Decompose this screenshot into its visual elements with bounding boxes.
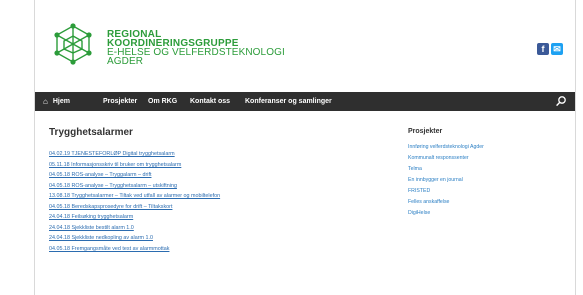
document-link[interactable]: 04.02.19 TJENESTEFORLØP Digital trygghet… — [49, 151, 175, 157]
sidebar-projects: Prosjekter Innføring velferdsteknologi A… — [408, 128, 568, 218]
sidebar-link[interactable]: En innbygger en journal — [408, 177, 463, 183]
social-links: f ✉ — [537, 43, 563, 55]
list-item: 04.02.19 TJENESTEFORLØP Digital trygghet… — [49, 149, 349, 160]
document-link[interactable]: 04.05.18 ROS-analyse – Tryggalarm – drif… — [49, 172, 151, 178]
network-logo-icon[interactable] — [51, 22, 95, 66]
brand-line-3: E-HELSE OG VELFERDSTEKNOLOGI — [107, 47, 285, 58]
list-item: 24.04.18 Sjekkliste nedkopling av alarm … — [49, 233, 349, 244]
page-right-border — [575, 0, 576, 295]
list-item: 04.05.18 Beredskapsprosedyre for drift –… — [49, 202, 349, 213]
nav-item-kontakt-oss[interactable]: Kontakt oss — [190, 92, 230, 111]
document-link[interactable]: 24.04.18 Sjekkliste nedkopling av alarm … — [49, 235, 153, 241]
sidebar-title: Prosjekter — [408, 128, 443, 135]
sidebar-link[interactable]: Kommunalt responssenter — [408, 155, 469, 161]
sidebar-item: Telma — [408, 163, 568, 174]
nav-home-label: Hjem — [52, 98, 70, 105]
search-icon[interactable] — [555, 95, 567, 107]
document-link[interactable]: 13.08.18 Trygghetsalarmer – Tiltak ved u… — [49, 193, 220, 199]
brand-line-4: AGDER — [107, 56, 144, 67]
list-item: 24.04.18 Sjekkliste bestilt alarm 1.0 — [49, 223, 349, 234]
document-link[interactable]: 24.04.18 Sjekkliste bestilt alarm 1.0 — [49, 225, 134, 231]
list-item: 13.08.18 Trygghetsalarmer – Tiltak ved u… — [49, 191, 349, 202]
list-item: 04.05.18 ROS-analyse – Tryggalarm – drif… — [49, 170, 349, 181]
nav-item-prosjekter[interactable]: Prosjekter — [103, 92, 137, 111]
document-link[interactable]: 05.11.18 Informasjonsskriv til bruker om… — [49, 162, 181, 168]
sidebar-item: FRISTED — [408, 185, 568, 196]
nav-item-om-rkg[interactable]: Om RKG — [148, 92, 177, 111]
sidebar-item: Kommunalt responssenter — [408, 152, 568, 163]
list-item: 04.05.18 ROS-analyse – Trygghetsalarm – … — [49, 181, 349, 192]
facebook-icon[interactable]: f — [537, 43, 549, 55]
document-link[interactable]: 04.05.18 ROS-analyse – Trygghetsalarm – … — [49, 183, 177, 189]
sidebar-list: Innføring velferdsteknologi Agder Kommun… — [408, 141, 568, 218]
nav-item-konferanser[interactable]: Konferanser og samlinger — [245, 92, 332, 111]
sidebar-link[interactable]: Innføring velferdsteknologi Agder — [408, 144, 484, 150]
list-item: 04.05.18 Fremgangsmåte ved test av alarm… — [49, 244, 349, 255]
home-icon: ⌂ — [43, 97, 48, 106]
sidebar-item: En innbygger en journal — [408, 174, 568, 185]
document-link[interactable]: 04.05.18 Beredskapsprosedyre for drift –… — [49, 204, 172, 210]
sidebar-item: Innføring velferdsteknologi Agder — [408, 141, 568, 152]
list-item: 24.04.18 Feilsøking trygghetsalarm — [49, 212, 349, 223]
document-link[interactable]: 04.05.18 Fremgangsmåte ved test av alarm… — [49, 246, 169, 252]
list-item: 05.11.18 Informasjonsskriv til bruker om… — [49, 160, 349, 171]
page-title: Trygghetsalarmer — [49, 127, 133, 138]
sidebar-link[interactable]: DigiHelse — [408, 210, 430, 216]
document-list: 04.02.19 TJENESTEFORLØP Digital trygghet… — [49, 149, 349, 254]
document-link[interactable]: 24.04.18 Feilsøking trygghetsalarm — [49, 214, 133, 220]
nav-item-home[interactable]: ⌂ Hjem — [43, 92, 70, 111]
sidebar-link[interactable]: FRISTED — [408, 188, 430, 194]
mail-icon[interactable]: ✉ — [551, 43, 563, 55]
sidebar-link[interactable]: Felles anskaffelse — [408, 199, 449, 205]
sidebar-item: DigiHelse — [408, 207, 568, 218]
sidebar-link[interactable]: Telma — [408, 166, 422, 172]
site-header: REGIONAL KOORDINERINGSGRUPPE E-HELSE OG … — [35, 0, 575, 90]
brand-name[interactable]: REGIONAL KOORDINERINGSGRUPPE E-HELSE OG … — [107, 30, 407, 67]
main-nav: ⌂ Hjem Prosjekter Om RKG Kontakt oss Kon… — [35, 92, 575, 111]
sidebar-item: Felles anskaffelse — [408, 196, 568, 207]
